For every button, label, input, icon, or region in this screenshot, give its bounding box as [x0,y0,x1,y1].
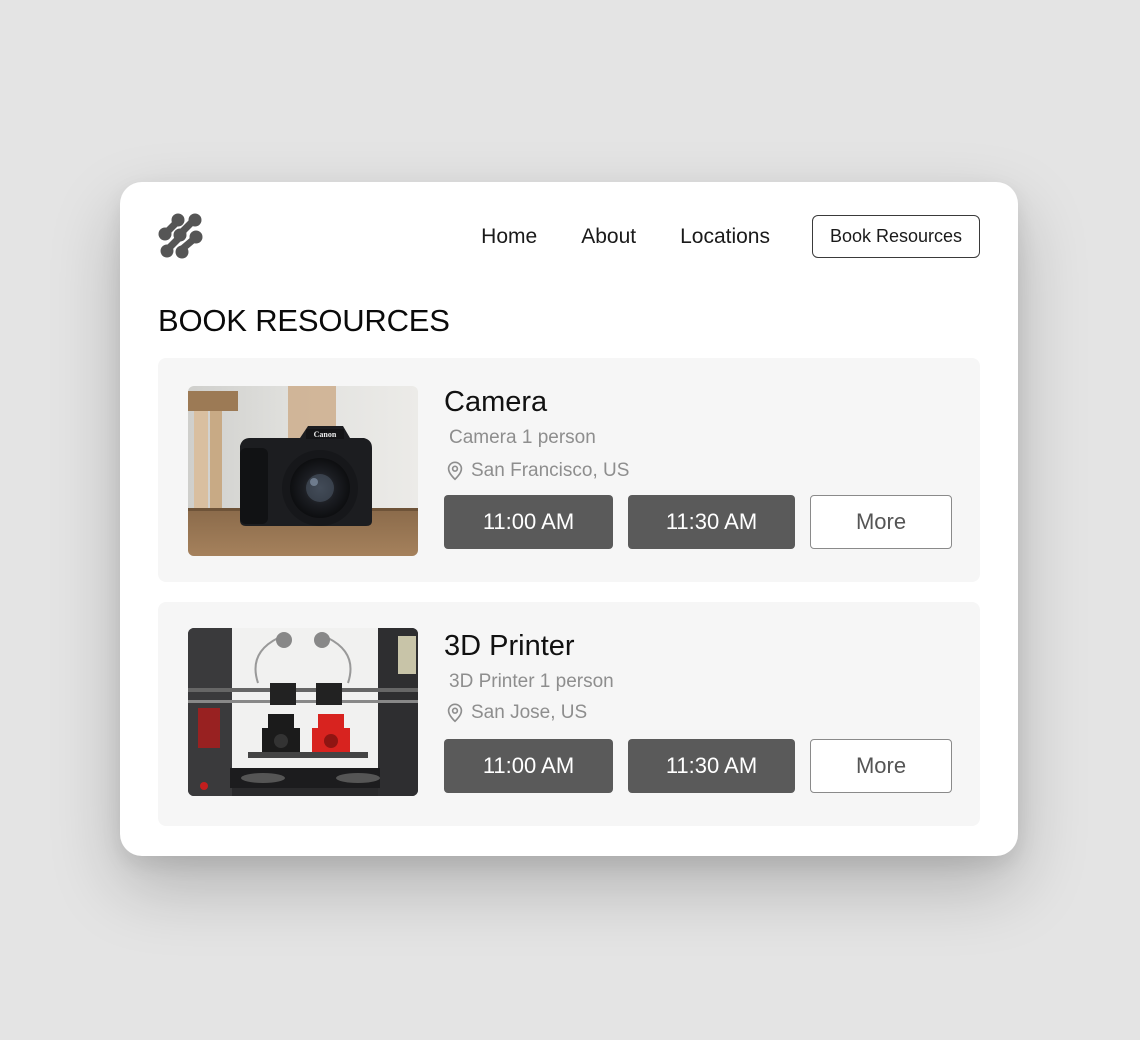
time-slot-button[interactable]: 11:30 AM [628,739,795,793]
nav-home[interactable]: Home [481,225,537,249]
3d-printer-photo [188,628,418,796]
brand-logo-icon[interactable] [157,212,205,260]
more-button[interactable]: More [810,739,952,793]
book-resources-button[interactable]: Book Resources [812,215,980,258]
main-nav: Home About Locations Book Resources [481,214,980,259]
location-pin-icon [444,460,466,482]
app-window: Home About Locations Book Resources BOOK… [120,182,1018,856]
time-slot-button[interactable]: 11:30 AM [628,495,795,549]
camera-photo: Canon [188,386,418,556]
time-slot-button[interactable]: 11:00 AM [444,495,613,549]
nav-locations[interactable]: Locations [680,225,770,249]
time-slots: 11:00 AM 11:30 AM More [444,495,952,549]
resource-info: Camera Camera 1 person San Francisco, US… [444,384,952,549]
resource-title: 3D Printer [444,630,575,662]
resource-card-camera: Canon Camera Camera 1 person San Francis… [158,358,980,582]
location-pin-icon [444,702,466,724]
resource-capacity: Camera 1 person [449,427,596,448]
resource-capacity: 3D Printer 1 person [449,671,614,692]
resource-location: San Jose, US [444,701,952,725]
page-title: BOOK RESOURCES [158,303,450,338]
time-slots: 11:00 AM 11:30 AM More [444,739,952,793]
svg-text:Canon: Canon [314,430,337,439]
time-slot-button[interactable]: 11:00 AM [444,739,613,793]
resource-location: San Francisco, US [444,459,952,483]
location-text: San Francisco, US [471,460,630,481]
resource-info: 3D Printer 3D Printer 1 person San Jose,… [444,628,952,793]
more-button[interactable]: More [810,495,952,549]
location-text: San Jose, US [471,702,588,723]
nav-about[interactable]: About [581,225,636,249]
resource-title: Camera [444,386,548,418]
resource-card-3d-printer: 3D Printer 3D Printer 1 person San Jose,… [158,602,980,826]
